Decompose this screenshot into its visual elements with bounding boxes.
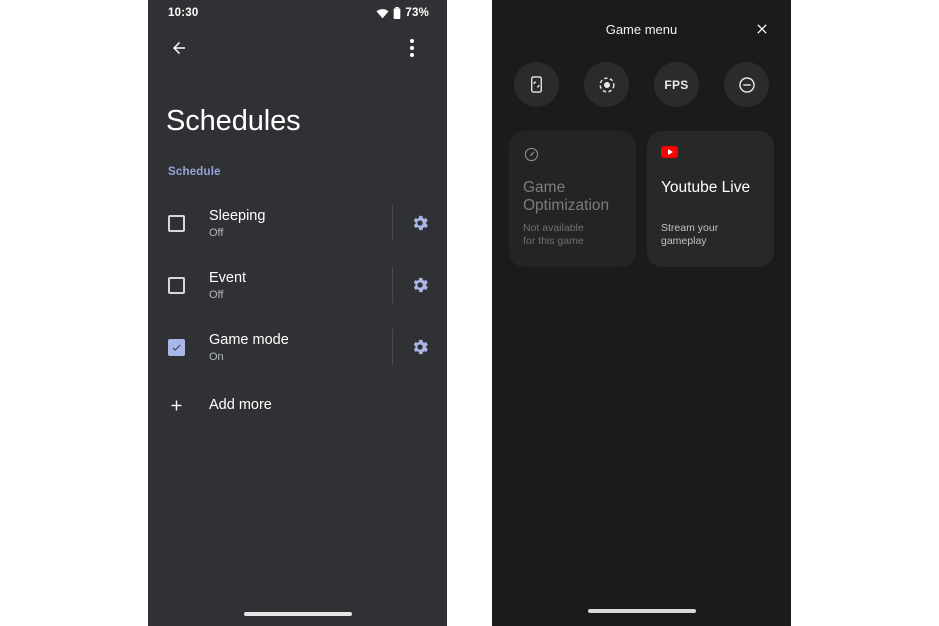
- table-row[interactable]: Sleeping Off: [148, 192, 447, 254]
- back-arrow-icon[interactable]: [164, 33, 194, 63]
- schedule-status: Off: [209, 227, 224, 240]
- dnd-button[interactable]: [724, 62, 769, 107]
- schedules-screen: 10:30 73% Schedules Schedule Sleeping Of…: [148, 0, 447, 626]
- gear-icon: [413, 215, 428, 231]
- battery-icon: [394, 7, 401, 19]
- schedule-settings-button[interactable]: [393, 275, 447, 295]
- game-menu-cards: Game Optimization Not available for this…: [492, 107, 791, 267]
- schedule-status: On: [209, 351, 224, 364]
- schedule-title: Event: [209, 269, 247, 286]
- schedule-title: Sleeping: [209, 207, 266, 224]
- status-indicators: 73%: [376, 7, 429, 19]
- do-not-disturb-icon: [738, 76, 755, 93]
- row-text: Event Off: [209, 269, 392, 301]
- status-bar: 10:30 73%: [148, 0, 447, 26]
- card-title: Game Optimization: [523, 179, 610, 214]
- record-icon: [598, 76, 615, 93]
- gear-icon: [413, 339, 428, 355]
- home-indicator: [587, 609, 696, 613]
- more-vert-icon[interactable]: [397, 33, 427, 63]
- add-more-label: Add more: [209, 397, 272, 413]
- fps-button[interactable]: FPS: [654, 62, 699, 107]
- card-subtitle-line2: for this game: [523, 235, 584, 248]
- game-optimization-card[interactable]: Game Optimization Not available for this…: [509, 131, 636, 267]
- schedules-list: Sleeping Off Event Off Game mode On Add …: [148, 192, 447, 432]
- youtube-icon: [661, 146, 760, 168]
- battery-percent: 73%: [405, 7, 429, 19]
- youtube-live-card[interactable]: Youtube Live Stream your gameplay: [647, 131, 774, 267]
- game-menu-screen: Game menu FPS Game Optimization Not avai…: [492, 0, 791, 626]
- section-header-schedule: Schedule: [168, 166, 221, 178]
- game-menu-title: Game menu: [605, 21, 678, 37]
- schedule-settings-button[interactable]: [393, 337, 447, 357]
- speedometer-icon: [523, 146, 622, 168]
- schedule-checkbox[interactable]: [168, 214, 185, 232]
- table-row[interactable]: Event Off: [148, 254, 447, 316]
- schedule-status: Off: [209, 289, 224, 302]
- checkmark-icon: [172, 344, 181, 351]
- wifi-icon: [376, 8, 389, 18]
- schedule-checkbox[interactable]: [168, 338, 185, 356]
- app-bar: [148, 26, 447, 70]
- card-subtitle: Not available for this game: [523, 222, 624, 249]
- row-text: Game mode On: [209, 331, 392, 363]
- card-subtitle: Stream your gameplay: [661, 221, 719, 248]
- screenshot-button[interactable]: [514, 62, 559, 107]
- page-title: Schedules: [166, 105, 301, 137]
- row-text: Sleeping Off: [209, 207, 392, 239]
- schedule-checkbox[interactable]: [168, 276, 185, 294]
- home-indicator: [243, 612, 352, 616]
- phone-screenshot-icon: [531, 76, 542, 93]
- card-title: Youtube Live: [661, 179, 751, 196]
- table-row[interactable]: Game mode On: [148, 316, 447, 378]
- schedule-settings-button[interactable]: [393, 213, 447, 233]
- card-subtitle-line1: Not available: [523, 221, 584, 234]
- schedule-title: Game mode: [209, 331, 289, 348]
- screenshot-root: 10:30 73% Schedules Schedule Sleeping Of…: [0, 0, 939, 626]
- screen-record-button[interactable]: [584, 62, 629, 107]
- close-icon[interactable]: [749, 16, 775, 42]
- fps-text-icon: FPS: [664, 77, 689, 92]
- gear-icon: [413, 277, 428, 293]
- plus-icon: [168, 397, 185, 414]
- status-time: 10:30: [168, 7, 199, 19]
- add-more-button[interactable]: Add more: [148, 378, 447, 432]
- quick-actions-row: FPS: [492, 58, 791, 107]
- game-menu-header: Game menu: [492, 0, 791, 58]
